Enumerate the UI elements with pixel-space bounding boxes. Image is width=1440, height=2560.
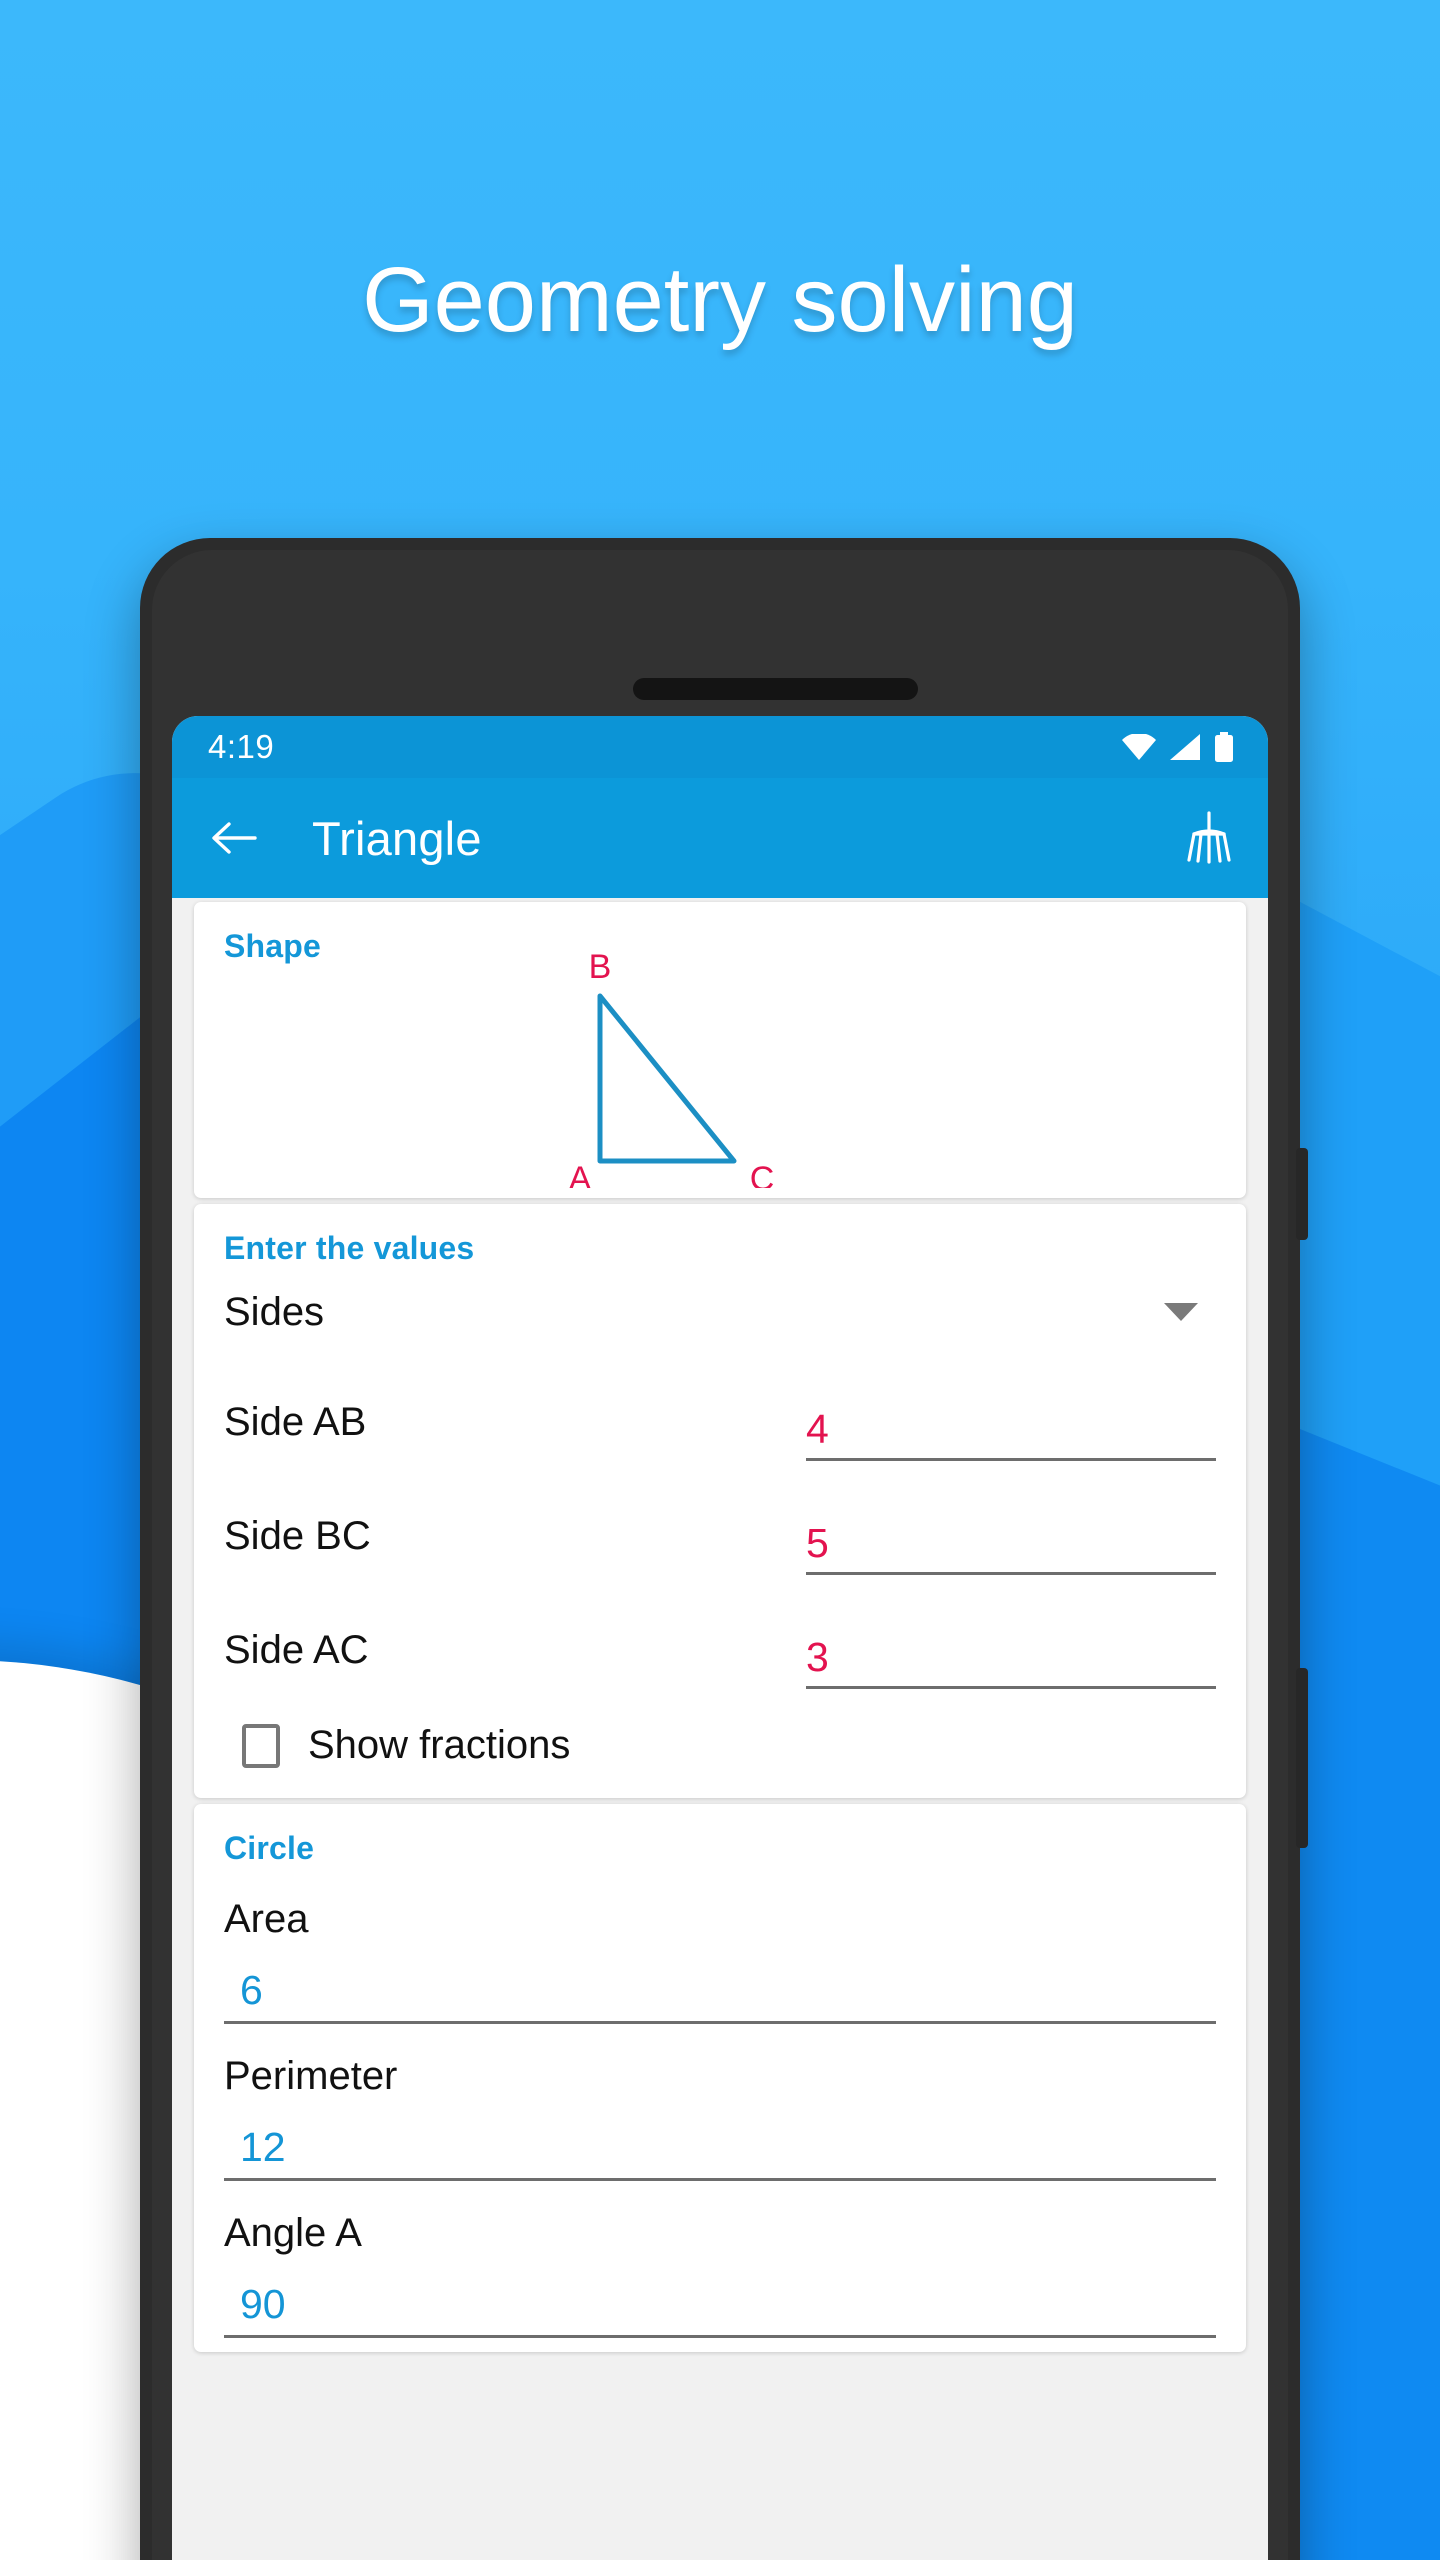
side-bc-label: Side BC (224, 1514, 371, 1558)
vertex-label-b: B (589, 948, 612, 986)
chevron-down-icon (1164, 1303, 1198, 1321)
field-row: Side AB 4 (224, 1369, 1216, 1461)
side-bc-input[interactable]: 5 (806, 1523, 1216, 1575)
promo-headline: Geometry solving (362, 249, 1078, 351)
phone-power-button (1296, 1148, 1308, 1240)
side-ac-value: 3 (806, 1634, 829, 1680)
cellular-signal-icon (1170, 734, 1200, 760)
mode-select-value: Sides (224, 1289, 325, 1334)
broom-clear-icon[interactable] (1184, 810, 1234, 866)
phone-frame: 4:19 Triangle Shape B A C Enter the valu… (140, 538, 1308, 2560)
enter-values-title: Enter the values (224, 1230, 475, 1266)
vertex-label-c: C (750, 1160, 775, 1188)
mode-select[interactable]: Sides (224, 1277, 1216, 1347)
side-ac-label: Side AC (224, 1628, 369, 1672)
app-bar-title: Triangle (312, 811, 482, 865)
back-arrow-icon[interactable] (210, 818, 258, 858)
battery-icon (1215, 732, 1233, 762)
earpiece-speaker (633, 678, 918, 700)
status-bar: 4:19 (172, 716, 1268, 778)
side-bc-value: 5 (806, 1520, 829, 1566)
enter-values-card: Enter the values Sides Side AB 4 Side BC (194, 1204, 1246, 1798)
shape-card: Shape B A C (194, 902, 1246, 1198)
side-ac-input[interactable]: 3 (806, 1637, 1216, 1689)
side-ab-value: 4 (806, 1406, 829, 1452)
perimeter-field[interactable]: 12 (224, 2127, 1216, 2181)
angle-a-field[interactable]: 90 (224, 2284, 1216, 2338)
phone-screen: 4:19 Triangle Shape B A C Enter the valu… (172, 716, 1268, 2560)
result-row: Area 6 (224, 1897, 1216, 2024)
area-field[interactable]: 6 (224, 1970, 1216, 2024)
vertex-label-a: A (569, 1160, 592, 1188)
result-row: Perimeter 12 (224, 2054, 1216, 2181)
result-row: Angle A 90 (224, 2211, 1216, 2338)
status-clock: 4:19 (208, 728, 275, 765)
show-fractions-label: Show fractions (308, 1723, 571, 1767)
angle-a-label: Angle A (224, 2211, 362, 2255)
area-label: Area (224, 1897, 309, 1941)
screen-content: Shape B A C Enter the values Sides Side … (172, 898, 1268, 2560)
results-card-title: Circle (224, 1830, 315, 1866)
perimeter-label: Perimeter (224, 2054, 398, 2098)
area-value: 6 (240, 1967, 263, 2013)
status-icon-group (1122, 732, 1234, 762)
app-bar: Triangle (172, 778, 1268, 898)
results-card: Circle Area 6 Perimeter 12 Angle A 90 (194, 1804, 1246, 2352)
side-ab-input[interactable]: 4 (806, 1409, 1216, 1461)
perimeter-value: 12 (240, 2124, 286, 2170)
triangle-diagram: B A C (569, 948, 775, 1188)
wifi-icon (1122, 734, 1156, 760)
side-ab-label: Side AB (224, 1400, 367, 1444)
show-fractions-checkbox[interactable] (242, 1723, 280, 1768)
promo-stage: Geometry solving 4:19 Triangle Shape B A… (0, 0, 1440, 2560)
angle-a-value: 90 (240, 2281, 286, 2327)
field-row: Side BC 5 (224, 1483, 1216, 1575)
field-row: Side AC 3 (224, 1597, 1216, 1689)
phone-volume-button (1296, 1668, 1308, 1848)
show-fractions-row[interactable]: Show fractions (242, 1723, 1216, 1768)
